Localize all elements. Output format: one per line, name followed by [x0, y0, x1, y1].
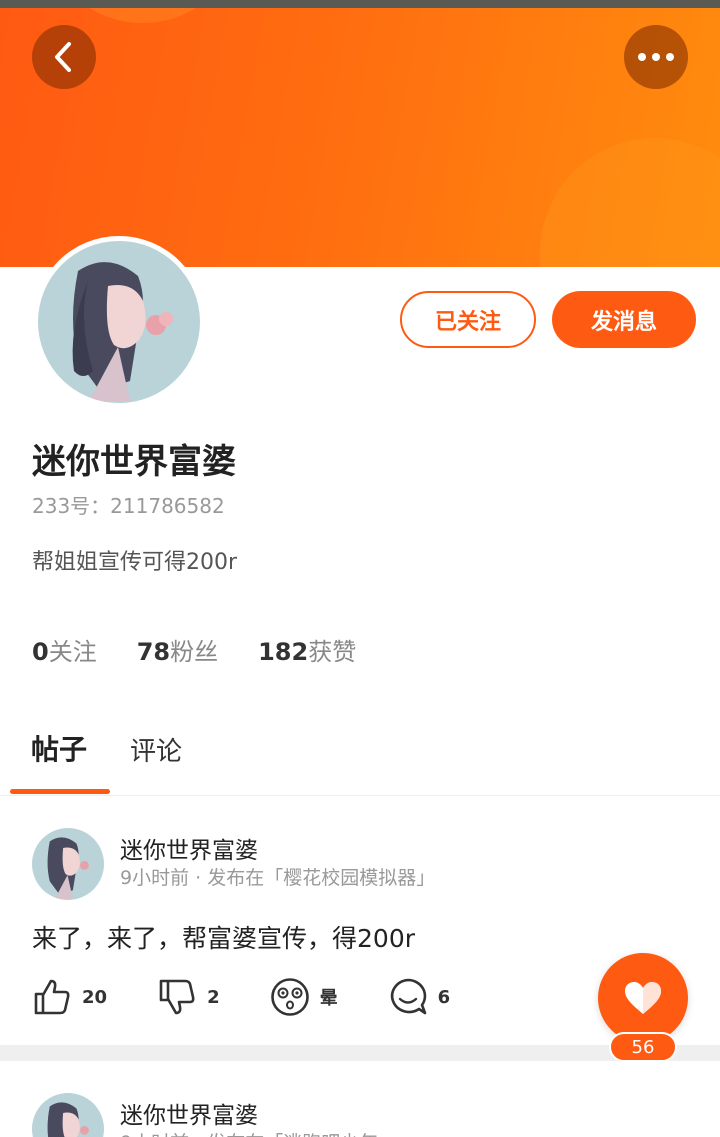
active-tab-indicator: [10, 789, 110, 794]
avatar-image: [38, 241, 200, 403]
stat-likes[interactable]: 182获赞: [258, 632, 356, 667]
tab-comments[interactable]: 评论: [130, 731, 182, 768]
back-button[interactable]: [32, 25, 96, 89]
tab-posts[interactable]: 帖子: [31, 728, 87, 768]
dislike-button[interactable]: 2: [157, 977, 220, 1017]
profile-page: 已关注 发消息 迷你世界富婆 233号：211786582 帮姐姐宣传可得200…: [0, 0, 720, 1137]
post-author[interactable]: 迷你世界富婆: [120, 831, 258, 865]
banner-decor: [40, 8, 245, 23]
like-count: 20: [82, 986, 108, 1008]
profile-bio: 帮姐姐宣传可得200r: [32, 550, 238, 575]
thumbs-up-icon: [34, 979, 70, 1015]
like-fab-button[interactable]: [598, 953, 688, 1043]
post-card[interactable]: 迷你世界富婆 9小时前 · 发布在「逃跑吧少年」: [0, 1061, 720, 1137]
stat-following[interactable]: 0关注: [32, 632, 97, 667]
like-button[interactable]: 20: [32, 977, 107, 1017]
profile-name: 迷你世界富婆: [32, 442, 236, 482]
post-avatar[interactable]: [32, 828, 104, 900]
stat-fans[interactable]: 78粉丝: [137, 632, 218, 667]
stat-label: 关注: [48, 638, 97, 666]
avatar-image: [32, 828, 104, 900]
chevron-left-icon: [55, 42, 71, 72]
thumbs-down-icon: [159, 979, 195, 1015]
avatar-image: [32, 1093, 104, 1137]
profile-avatar[interactable]: [33, 236, 205, 408]
post-avatar[interactable]: [32, 1093, 104, 1137]
more-button[interactable]: [624, 25, 688, 89]
stat-number: 182: [258, 638, 309, 666]
comment-count: 6: [437, 986, 451, 1008]
post-actions: 20 2 晕 6: [32, 977, 500, 1017]
stat-label: 粉丝: [170, 638, 219, 666]
comment-icon: [390, 978, 426, 1015]
dizzy-reaction-button[interactable]: 晕: [270, 977, 338, 1017]
dizzy-face-icon: [270, 978, 309, 1016]
profile-stats: 0关注 78粉丝 182获赞: [32, 632, 356, 667]
profile-banner: [0, 8, 720, 267]
dizzy-label: 晕: [319, 988, 338, 1009]
stat-number: 78: [136, 638, 171, 666]
stat-label: 获赞: [308, 638, 357, 666]
dislike-count: 2: [207, 986, 220, 1008]
post-text[interactable]: 来了，来了，帮富婆宣传，得200r: [32, 919, 415, 955]
heart-icon: [625, 982, 661, 1014]
more-dots-icon: [638, 53, 674, 61]
banner-decor: [540, 138, 720, 267]
post-meta[interactable]: 9小时前 · 发布在「樱花校园模拟器」: [120, 863, 435, 890]
profile-tabs: 帖子 评论: [0, 722, 720, 796]
status-strip: [0, 0, 720, 8]
post-author[interactable]: 迷你世界富婆: [120, 1096, 258, 1130]
stat-number: 0: [32, 638, 49, 666]
followed-button[interactable]: 已关注: [400, 291, 536, 348]
fab-like-count: 56: [609, 1032, 677, 1062]
send-message-button[interactable]: 发消息: [552, 291, 696, 348]
comment-button[interactable]: 6: [388, 977, 451, 1017]
profile-id: 233号：211786582: [32, 494, 225, 518]
post-meta[interactable]: 9小时前 · 发布在「逃跑吧少年」: [120, 1128, 397, 1137]
